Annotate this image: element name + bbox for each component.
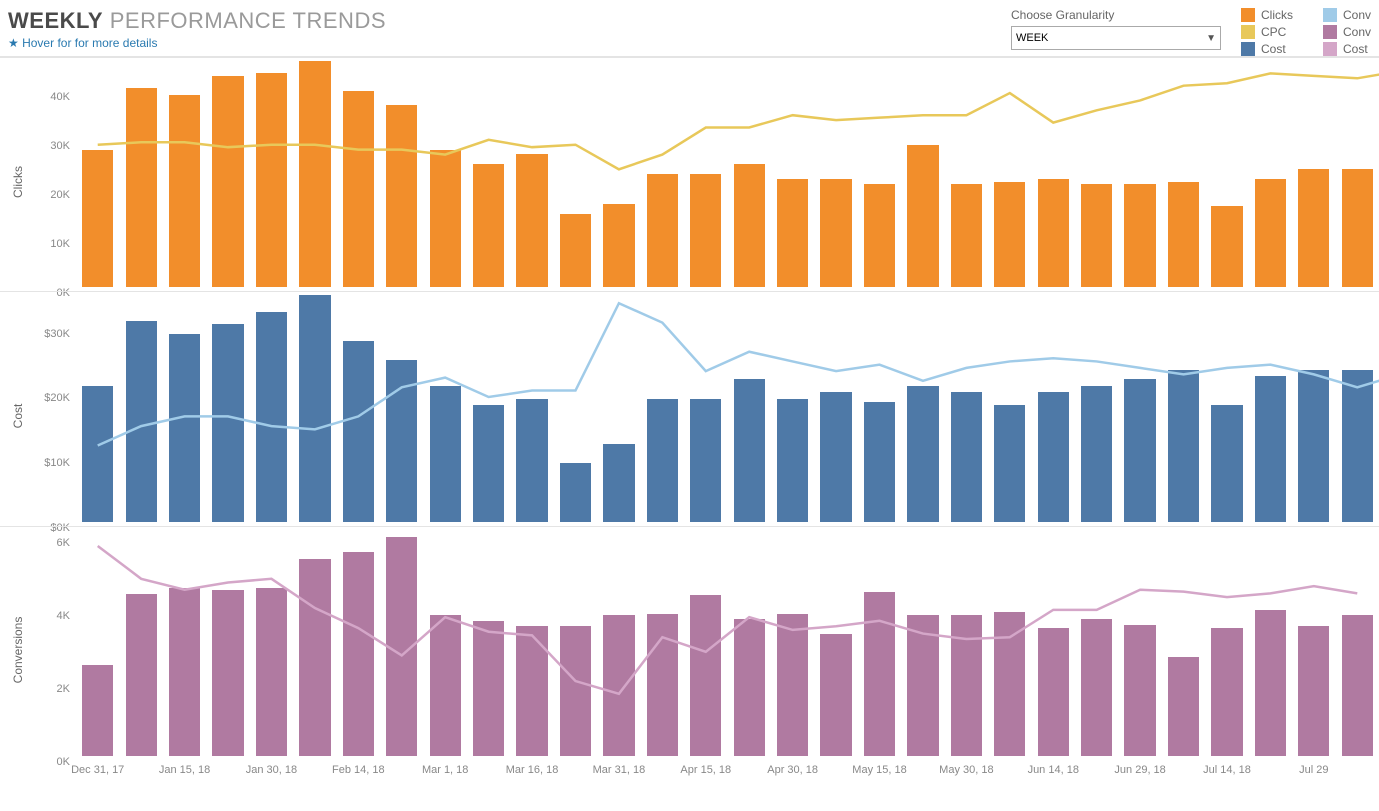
line-path[interactable] bbox=[98, 304, 1379, 446]
y-tick: 2K bbox=[57, 683, 70, 695]
x-tick: Apr 15, 18 bbox=[680, 764, 731, 776]
x-tick: Jul 29 bbox=[1299, 764, 1328, 776]
legend-item[interactable]: Conv bbox=[1323, 25, 1371, 39]
y-tick: 0K bbox=[57, 756, 70, 768]
legend-label: Conv bbox=[1343, 8, 1371, 22]
granularity-select[interactable]: WEEK ▼ bbox=[1011, 26, 1221, 50]
y-ticks: 0K10K20K30K40K bbox=[0, 58, 76, 291]
page-title: WEEKLY PERFORMANCE TRENDS bbox=[8, 8, 386, 34]
x-tick: Feb 14, 18 bbox=[332, 764, 385, 776]
chart-panel-conversions: Conversions0K2K4K6K bbox=[0, 526, 1379, 760]
x-tick: Jan 15, 18 bbox=[159, 764, 210, 776]
legend-item[interactable]: Conv bbox=[1323, 8, 1371, 22]
y-ticks: $0K$10K$20K$30K bbox=[0, 292, 76, 525]
line-series bbox=[76, 296, 1379, 530]
granularity-label: Choose Granularity bbox=[1011, 8, 1221, 22]
legend-label: Conv bbox=[1343, 25, 1371, 39]
plot-area[interactable] bbox=[76, 296, 1379, 521]
plot-area[interactable] bbox=[76, 531, 1379, 756]
header: WEEKLY PERFORMANCE TRENDS Hover for for … bbox=[0, 0, 1379, 57]
controls: Choose Granularity WEEK ▼ Clicks CPC Cost … bbox=[1011, 8, 1371, 56]
chart-panel-cost: Cost$0K$10K$20K$30K bbox=[0, 291, 1379, 525]
x-tick: Mar 1, 18 bbox=[422, 764, 468, 776]
x-tick: Jan 30, 18 bbox=[246, 764, 297, 776]
y-tick: 30K bbox=[50, 140, 70, 152]
legend-swatch bbox=[1241, 42, 1255, 56]
legend-item[interactable]: CPC bbox=[1241, 25, 1293, 39]
y-ticks: 0K2K4K6K bbox=[0, 527, 76, 760]
y-tick: 40K bbox=[50, 91, 70, 103]
granularity-control: Choose Granularity WEEK ▼ bbox=[1011, 8, 1221, 50]
legend: Clicks CPC Cost Conv Conv Cost bbox=[1241, 8, 1371, 56]
chevron-down-icon: ▼ bbox=[1206, 33, 1216, 44]
legend-label: Cost bbox=[1261, 42, 1286, 56]
legend-swatch bbox=[1323, 25, 1337, 39]
plot-area[interactable] bbox=[76, 62, 1379, 287]
y-tick: $20K bbox=[44, 392, 70, 404]
x-axis: Dec 31, 17Jan 15, 18Jan 30, 18Feb 14, 18… bbox=[76, 760, 1379, 784]
y-tick: 4K bbox=[57, 610, 70, 622]
title-block: WEEKLY PERFORMANCE TRENDS Hover for for … bbox=[8, 8, 386, 56]
x-tick: Mar 31, 18 bbox=[593, 764, 646, 776]
line-path[interactable] bbox=[98, 546, 1358, 694]
x-tick: Mar 16, 18 bbox=[506, 764, 559, 776]
x-tick: Jul 14, 18 bbox=[1203, 764, 1251, 776]
y-tick: 10K bbox=[50, 238, 70, 250]
legend-swatch bbox=[1241, 25, 1255, 39]
x-tick: May 15, 18 bbox=[852, 764, 906, 776]
y-tick: $10K bbox=[44, 457, 70, 469]
line-series bbox=[76, 62, 1379, 296]
legend-label: CPC bbox=[1261, 25, 1286, 39]
x-tick: Dec 31, 17 bbox=[71, 764, 124, 776]
legend-col-1: Clicks CPC Cost bbox=[1241, 8, 1293, 56]
line-path[interactable] bbox=[98, 71, 1379, 169]
legend-label: Cost bbox=[1343, 42, 1368, 56]
legend-swatch bbox=[1323, 42, 1337, 56]
legend-item[interactable]: Cost bbox=[1241, 42, 1293, 56]
y-tick: 20K bbox=[50, 189, 70, 201]
legend-swatch bbox=[1241, 8, 1255, 22]
title-strong: WEEKLY bbox=[8, 8, 103, 33]
x-tick: May 30, 18 bbox=[939, 764, 993, 776]
charts-area: Clicks0K10K20K30K40KCost$0K$10K$20K$30KC… bbox=[0, 57, 1379, 784]
line-series bbox=[76, 531, 1379, 765]
chart-panel-clicks: Clicks0K10K20K30K40K bbox=[0, 57, 1379, 291]
legend-item[interactable]: Clicks bbox=[1241, 8, 1293, 22]
legend-col-2: Conv Conv Cost bbox=[1323, 8, 1371, 56]
x-tick: Apr 30, 18 bbox=[767, 764, 818, 776]
x-tick: Jun 14, 18 bbox=[1028, 764, 1079, 776]
legend-label: Clicks bbox=[1261, 8, 1293, 22]
x-tick: Jun 29, 18 bbox=[1114, 764, 1165, 776]
title-light: PERFORMANCE TRENDS bbox=[110, 8, 386, 33]
hover-hint: Hover for for more details bbox=[8, 36, 386, 50]
legend-swatch bbox=[1323, 8, 1337, 22]
y-tick: 6K bbox=[57, 537, 70, 549]
granularity-value: WEEK bbox=[1016, 32, 1048, 44]
legend-item[interactable]: Cost bbox=[1323, 42, 1371, 56]
y-tick: $30K bbox=[44, 328, 70, 340]
